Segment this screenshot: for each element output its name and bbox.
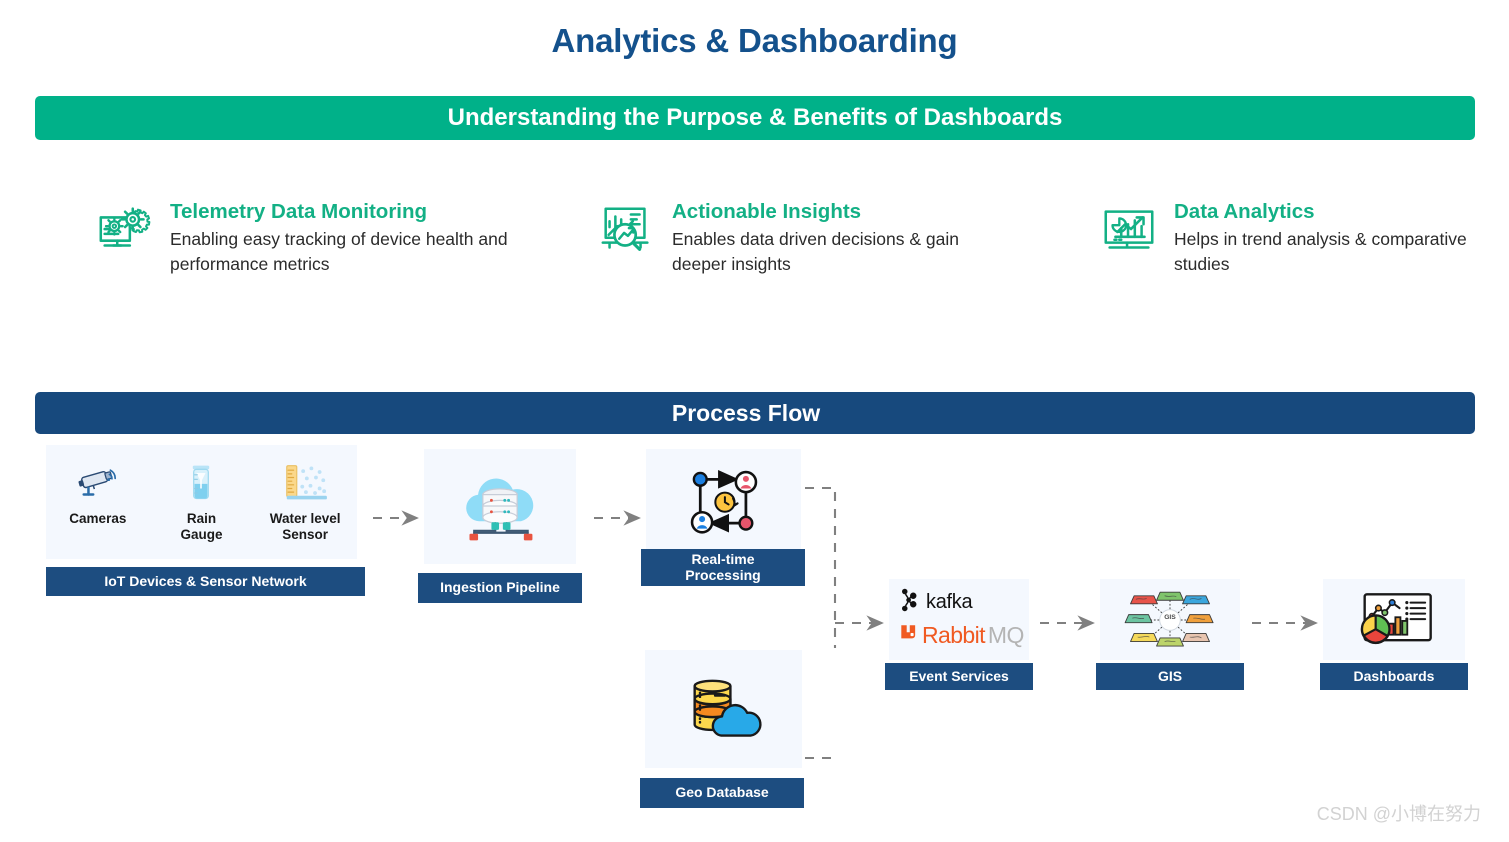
iot-devices-card: Cameras Rain Gauge Water level Sensor (46, 445, 357, 559)
flow-node-label-gis: GIS (1096, 663, 1244, 690)
flow-node-ingestion-pipeline[interactable]: Ingestion Pipeline (418, 449, 582, 603)
feature-description: Helps in trend analysis & comparative st… (1174, 229, 1467, 274)
device-label: Rain Gauge (180, 511, 223, 542)
flow-node-label-realtime-processing: Real-time Processing (641, 549, 805, 586)
kafka-wordmark: kafka (926, 590, 973, 613)
ingestion-pipeline-card (424, 449, 576, 564)
process-flow-banner: Process Flow (35, 392, 1475, 434)
flow-node-event-services[interactable]: kafka Rabbit MQ Event Services (885, 579, 1033, 690)
feature-title: Data Analytics (1174, 200, 1315, 223)
process-flow-banner-text: Process Flow (671, 400, 821, 426)
cloud-database-icon (424, 449, 576, 564)
page-title: Analytics & Dashboarding (551, 22, 958, 59)
feature-description: Enables data driven decisions & gain dee… (672, 229, 959, 274)
device-label: Water level Sensor (269, 511, 341, 542)
rabbitmq-brand: Rabbit MQ (899, 622, 1029, 649)
feature-title: Telemetry Data Monitoring (170, 200, 428, 223)
kafka-brand: kafka (899, 587, 1029, 617)
monitor-gears-icon (94, 200, 156, 262)
flow-node-gis[interactable]: GIS GIS (1096, 579, 1244, 690)
flow-node-label-event-services: Event Services (885, 663, 1033, 690)
rain-gauge-icon (153, 459, 249, 507)
device-water-level-sensor: Water level Sensor (257, 459, 353, 542)
flow-node-geo-database[interactable]: Geo Database (640, 650, 804, 808)
dashboards-card (1323, 579, 1465, 660)
connector-realtime-to-merge (805, 486, 837, 648)
rabbitmq-logo-icon (899, 623, 919, 648)
feature-card-data-analytics: Data Analytics Helps in trend analysis &… (1098, 198, 1498, 277)
realtime-processing-card (646, 449, 801, 559)
report-magnifier-icon (596, 200, 658, 262)
flow-node-label-dashboards: Dashboards (1320, 663, 1468, 690)
device-cameras: Cameras (50, 459, 146, 527)
feature-card-actionable-insights: Actionable Insights Enables data driven … (596, 198, 996, 277)
watermark: CSDN @小博在努力 (1316, 804, 1481, 824)
flow-node-dashboards[interactable]: Dashboards (1320, 579, 1468, 690)
security-camera-icon (50, 459, 146, 507)
device-label: Cameras (69, 511, 127, 526)
flow-node-label-iot-devices: IoT Devices & Sensor Network (46, 567, 365, 596)
rabbitmq-wordmark-secondary: MQ (987, 622, 1024, 648)
rabbitmq-wordmark-primary: Rabbit (922, 622, 985, 648)
event-services-card: kafka Rabbit MQ (889, 579, 1029, 660)
flow-node-realtime-processing[interactable]: Real-time Processing (641, 449, 805, 586)
kafka-logo-icon (899, 587, 919, 618)
feature-row: Telemetry Data Monitoring Enabling easy … (0, 198, 1509, 308)
purpose-benefits-banner-text: Understanding the Purpose & Benefits of … (447, 104, 1063, 131)
flow-node-iot-devices[interactable]: Cameras Rain Gauge Water level Sensor Io… (46, 445, 365, 596)
purpose-benefits-banner: Understanding the Purpose & Benefits of … (35, 96, 1475, 140)
database-cloud-icon (645, 650, 802, 768)
water-level-sensor-icon (257, 459, 353, 507)
realtime-cycle-icon (646, 449, 801, 559)
monitor-charts-icon (1098, 200, 1160, 262)
process-flow-diagram: Cameras Rain Gauge Water level Sensor Io… (0, 434, 1509, 834)
gis-icon-caption: GIS (1164, 614, 1176, 621)
gis-card: GIS (1100, 579, 1240, 660)
device-rain-gauge: Rain Gauge (153, 459, 249, 542)
geo-database-card (645, 650, 802, 768)
flow-node-label-geo-database: Geo Database (640, 778, 804, 808)
feature-card-telemetry-data-monitoring: Telemetry Data Monitoring Enabling easy … (94, 198, 514, 277)
gis-layers-icon: GIS (1100, 579, 1240, 660)
feature-description: Enabling easy tracking of device health … (170, 229, 508, 274)
flow-node-label-ingestion-pipeline: Ingestion Pipeline (418, 573, 582, 603)
dashboard-charts-icon (1323, 579, 1465, 660)
feature-title: Actionable Insights (672, 200, 862, 223)
